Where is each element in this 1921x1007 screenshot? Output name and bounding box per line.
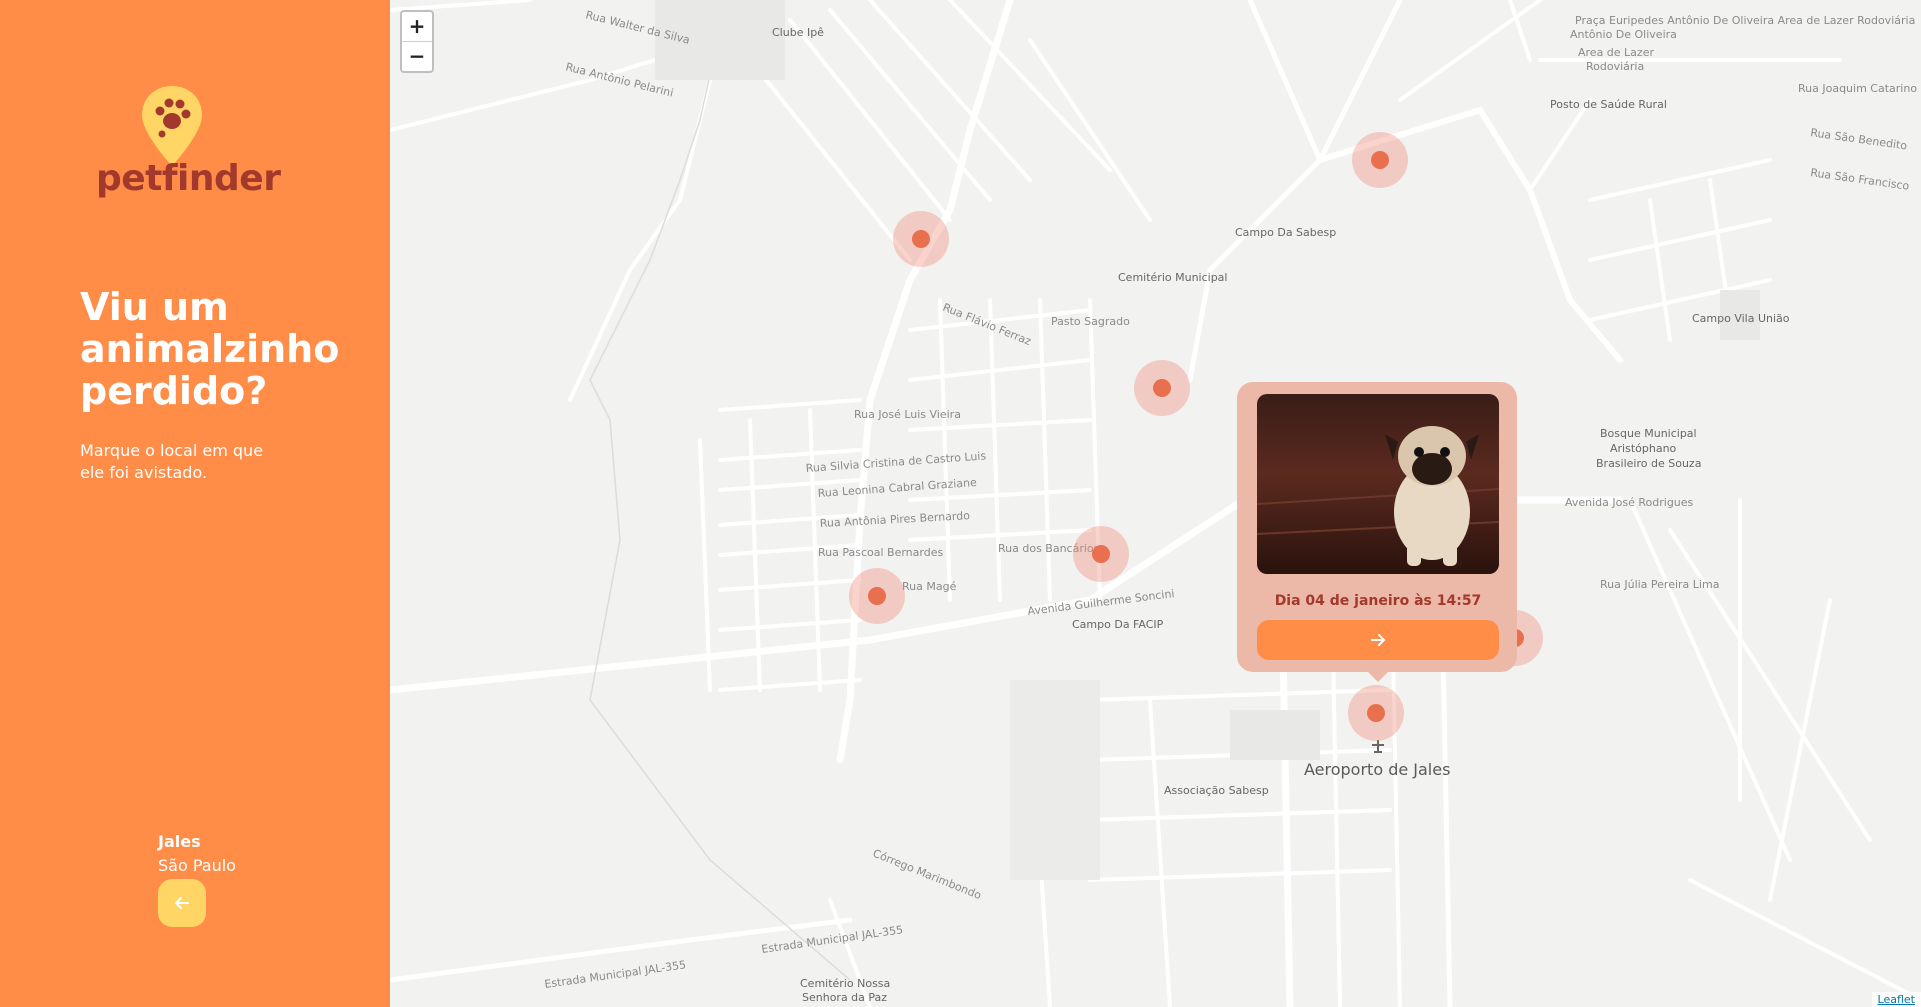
subtitle: Marque o local em que ele foi avistado. — [80, 441, 264, 482]
svg-text:Aristóphano: Aristóphano — [1610, 442, 1677, 455]
zoom-out-button[interactable]: − — [402, 41, 432, 71]
sighting-date: Dia 04 de janeiro às 14:57 — [1274, 593, 1482, 609]
map-pin[interactable] — [1352, 132, 1408, 188]
map-popup: Dia 04 de janeiro às 14:57 — [1237, 382, 1517, 682]
leaflet-attribution-link[interactable]: Leaflet — [1871, 992, 1921, 1007]
svg-text:Campo Da Sabesp: Campo Da Sabesp — [1235, 226, 1336, 239]
svg-text:Cemitério Municipal: Cemitério Municipal — [1118, 271, 1227, 284]
svg-text:Senhora da Paz: Senhora da Paz — [802, 991, 887, 1004]
svg-text:Antônio De Oliveira: Antônio De Oliveira — [1570, 28, 1677, 41]
svg-text:Associação Sabesp: Associação Sabesp — [1164, 784, 1269, 797]
svg-text:Pasto Sagrado: Pasto Sagrado — [1051, 315, 1130, 328]
logo-text: petfinder — [96, 158, 281, 199]
city-name: Jales — [158, 832, 201, 851]
sidebar: petfinder Viu um animalzinho perdido? Ma… — [0, 0, 390, 1007]
pug-photo — [1257, 394, 1499, 574]
svg-text:Rua Júlia Pereira Lima: Rua Júlia Pereira Lima — [1600, 578, 1719, 591]
map-pin[interactable] — [1073, 526, 1129, 582]
svg-text:Bosque Municipal: Bosque Municipal — [1600, 427, 1697, 440]
zoom-in-button[interactable]: + — [402, 12, 432, 41]
svg-text:Rodoviária: Rodoviária — [1586, 60, 1644, 73]
svg-text:Campo Da FACIP: Campo Da FACIP — [1072, 618, 1164, 631]
svg-text:Clube Ipê: Clube Ipê — [772, 26, 824, 39]
zoom-control: + − — [400, 10, 434, 73]
svg-text:Praça Euripedes Antônio De Oli: Praça Euripedes Antônio De Oliveira Area… — [1575, 14, 1915, 27]
map-pin[interactable] — [893, 211, 949, 267]
popup-tail — [1368, 672, 1388, 682]
map-pin[interactable] — [1134, 360, 1190, 416]
arrow-left-icon — [175, 897, 189, 909]
svg-text:Campo Vila União: Campo Vila União — [1692, 312, 1790, 325]
view-details-button[interactable] — [1257, 620, 1499, 660]
svg-text:Rua Magé: Rua Magé — [902, 580, 957, 593]
back-button[interactable] — [158, 879, 206, 927]
map-tiles: Clube Ipê Praça Euripedes Antônio De Oli… — [390, 0, 1921, 1007]
headline: Viu um animalzinho perdido? — [80, 285, 340, 413]
svg-text:Rua Pascoal Bernardes: Rua Pascoal Bernardes — [818, 546, 943, 559]
state-name: São Paulo — [158, 856, 236, 875]
svg-text:Aeroporto de Jales: Aeroporto de Jales — [1304, 760, 1450, 779]
svg-text:Avenida José Rodrigues: Avenida José Rodrigues — [1565, 496, 1694, 509]
svg-text:Cemitério Nossa: Cemitério Nossa — [800, 977, 890, 990]
svg-text:Posto de Saúde Rural: Posto de Saúde Rural — [1550, 98, 1667, 111]
pug-image — [1257, 394, 1499, 574]
map-pin[interactable] — [849, 568, 905, 624]
paw-pin-icon — [142, 86, 202, 166]
map-pin[interactable] — [1348, 685, 1404, 741]
arrow-right-icon — [1371, 634, 1385, 646]
svg-text:Brasileiro de Souza: Brasileiro de Souza — [1596, 457, 1701, 470]
svg-text:Area de Lazer: Area de Lazer — [1578, 46, 1654, 59]
svg-text:Rua José Luis Vieira: Rua José Luis Vieira — [854, 408, 961, 421]
svg-text:Rua Joaquim Catarino: Rua Joaquim Catarino — [1798, 82, 1917, 95]
map[interactable]: Clube Ipê Praça Euripedes Antônio De Oli… — [390, 0, 1921, 1007]
